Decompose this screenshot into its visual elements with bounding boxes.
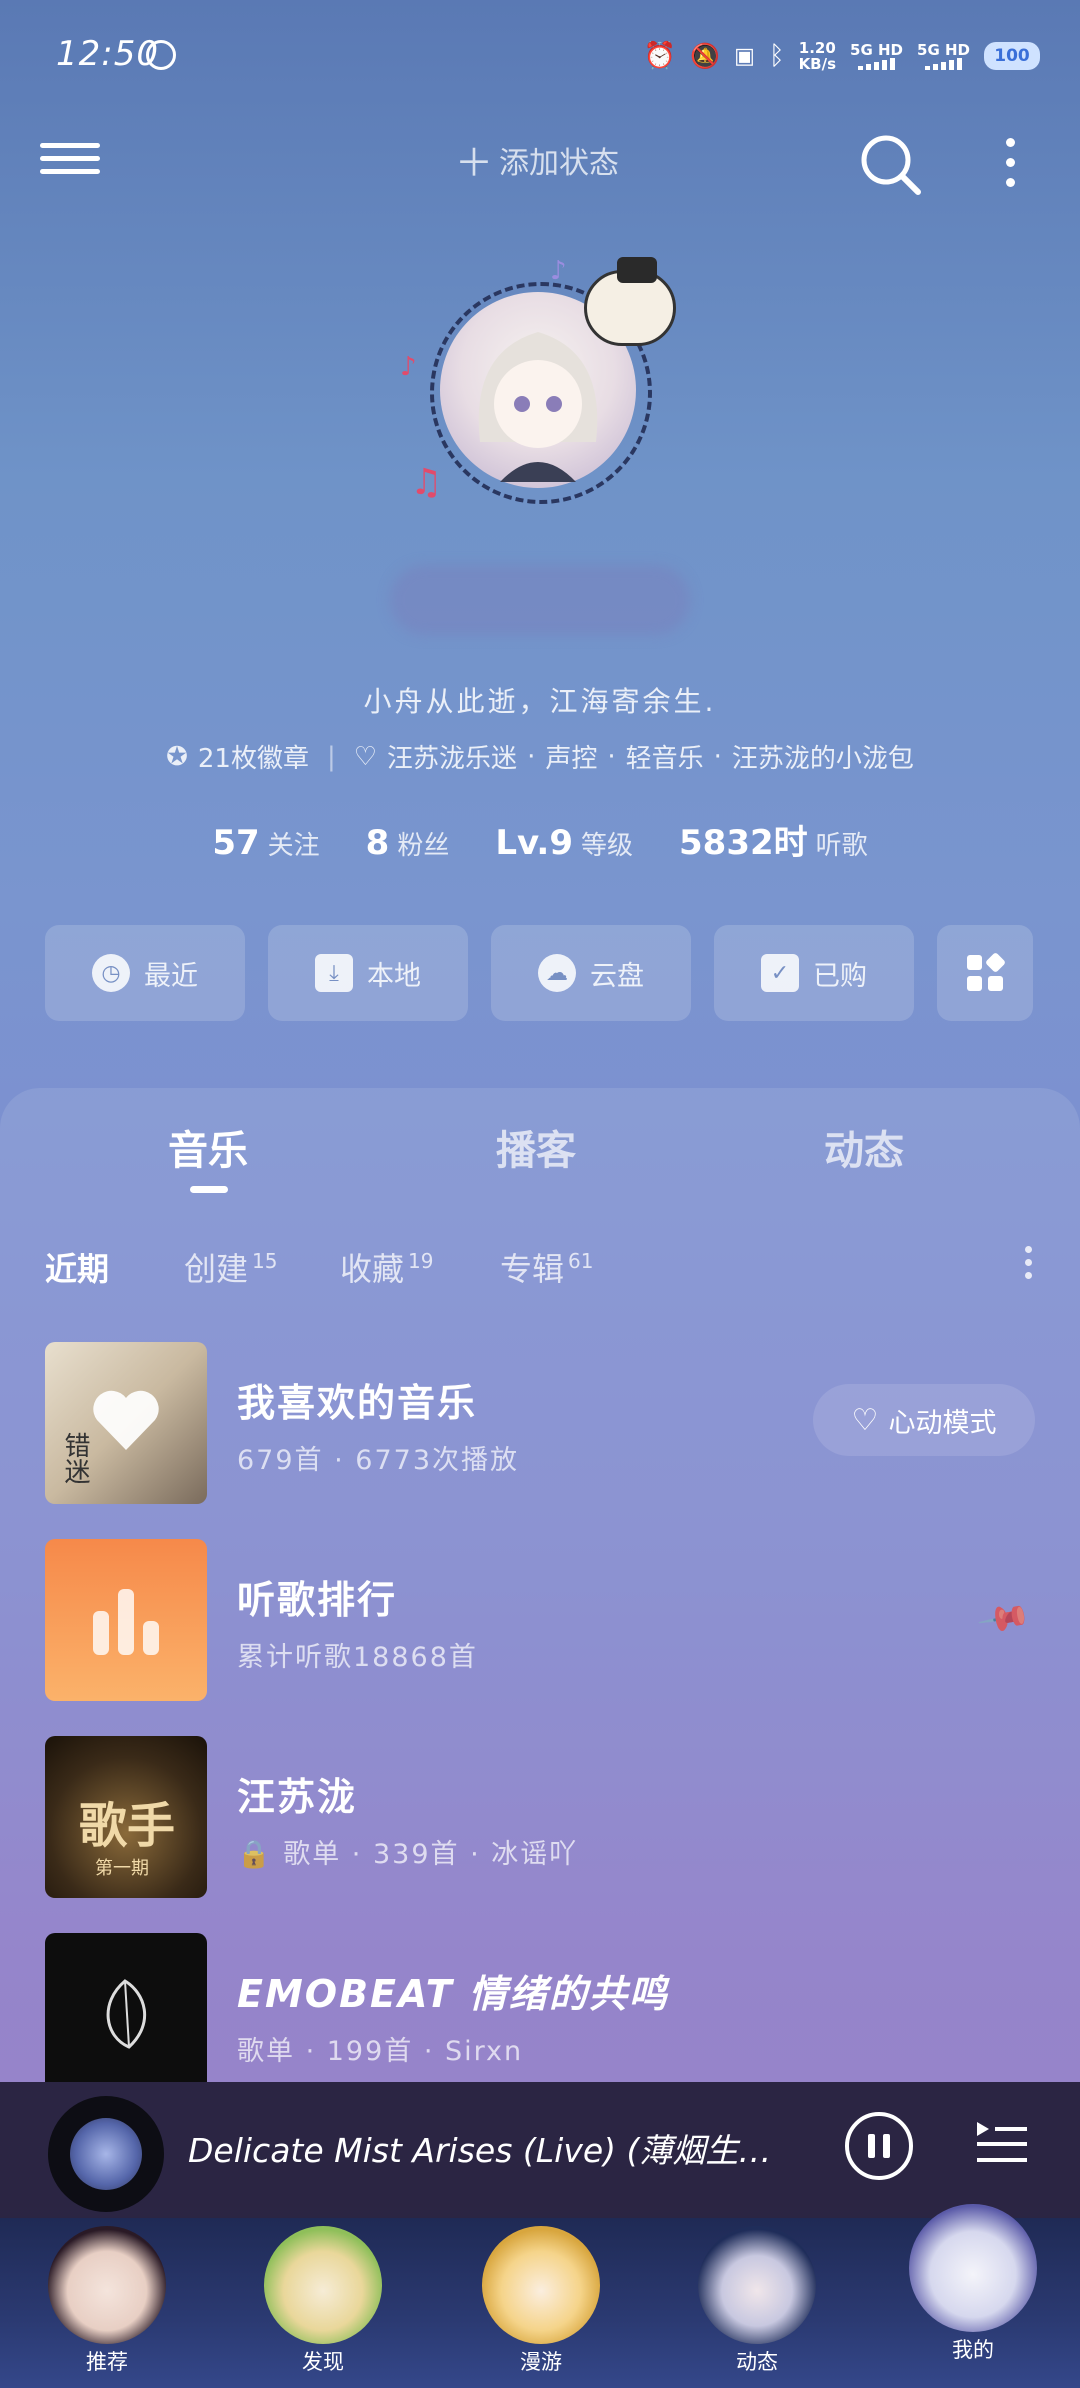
- list-item[interactable]: 听歌排行 累计听歌18868首 📌: [45, 1539, 1035, 1701]
- heart-mode-button[interactable]: ♡ 心动模式: [813, 1384, 1035, 1456]
- cloud-upload-icon: ☁: [538, 954, 576, 992]
- local-button[interactable]: ⤓ 本地: [268, 925, 468, 1021]
- timer-icon: [146, 40, 176, 70]
- grid-icon: [967, 953, 1005, 991]
- ranking-cover: [45, 1539, 207, 1701]
- playlist-queue-button[interactable]: [975, 2120, 1029, 2170]
- list-item-subtitle: 歌单 · 199首 · Sirxn: [237, 2036, 524, 2067]
- now-playing-title[interactable]: Delicate Mist Arises (Live) (薄烟生)…: [188, 2124, 778, 2172]
- status-icons: ⏰ 🔕 ▣ ᛒ 1.20 KB/s 5G HD 5G HD 100: [644, 36, 1040, 76]
- search-icon: [861, 135, 921, 195]
- tab-indicator: [190, 1186, 228, 1193]
- tag-heart-icon: ♡: [353, 741, 378, 772]
- discover-avatar-icon: [264, 2226, 382, 2344]
- tab-music[interactable]: 音乐: [168, 1118, 248, 1176]
- list-item-subtitle: 累计听歌18868首: [237, 1642, 478, 1673]
- bluetooth-icon: ᛒ: [768, 41, 785, 71]
- tag-item: 声控: [545, 744, 598, 774]
- nav-discover[interactable]: 发现: [248, 2226, 398, 2386]
- queue-icon: [977, 2122, 1027, 2162]
- more-options-button[interactable]: [1000, 132, 1020, 198]
- pin-icon[interactable]: 📌: [975, 1590, 1033, 1647]
- list-item[interactable]: EMOBEAT 情绪的共鸣 歌单 · 199首 · Sirxn: [45, 1933, 1035, 2095]
- nav-mine[interactable]: 我的: [898, 2204, 1048, 2364]
- list-item-title: 听歌排行: [237, 1578, 398, 1622]
- profile-stats: 57 关注 8 粉丝 Lv.9 等级 5832时 听歌: [0, 815, 1080, 864]
- list-item-title: EMOBEAT 情绪的共鸣: [237, 1972, 669, 2016]
- avatar[interactable]: ♫ ♪ ♪: [400, 256, 676, 522]
- signal-bars-icon: [925, 58, 962, 70]
- bottom-nav: 推荐 发现 漫游 动态 我的: [0, 2204, 1080, 2388]
- badges-count[interactable]: 21枚徽章: [198, 738, 309, 775]
- nav-roam[interactable]: 漫游: [466, 2226, 616, 2386]
- recent-button[interactable]: ◷ 最近: [45, 925, 245, 1021]
- tag-item: 轻音乐: [625, 744, 704, 774]
- status-time: 12:50: [56, 34, 159, 74]
- stat-listen-time[interactable]: 5832时 听歌: [679, 815, 868, 864]
- subtab-more-button[interactable]: [1022, 1246, 1034, 1285]
- cloud-button[interactable]: ☁ 云盘: [491, 925, 691, 1021]
- bar-chart-icon: [93, 1589, 159, 1655]
- mini-player[interactable]: Delicate Mist Arises (Live) (薄烟生)…: [0, 2082, 1080, 2218]
- nav-recommend[interactable]: 推荐: [32, 2226, 182, 2386]
- battery-indicator: 100: [984, 42, 1040, 70]
- purchased-button[interactable]: ✓ 已购: [714, 925, 914, 1021]
- stat-following[interactable]: 57 关注: [212, 823, 319, 863]
- subtab-collected[interactable]: 收藏 19: [340, 1244, 433, 1290]
- download-icon: ⤓: [315, 954, 353, 992]
- list-item-title: 汪苏泷: [237, 1775, 358, 1819]
- add-status-button[interactable]: ＋ 添加状态: [455, 132, 619, 187]
- signal-2: 5G HD: [917, 42, 970, 70]
- music-note-icon: ♪: [550, 256, 567, 286]
- subtab-albums[interactable]: 专辑 61: [500, 1244, 593, 1290]
- shopping-bag-icon: ✓: [761, 954, 799, 992]
- cat-decoration: [584, 257, 676, 346]
- stat-followers[interactable]: 8 粉丝: [366, 823, 450, 863]
- alarm-icon: ⏰: [643, 41, 677, 71]
- heart-pulse-icon: ♡: [851, 1402, 879, 1438]
- list-item-title: 我喜欢的音乐: [237, 1381, 478, 1425]
- more-apps-button[interactable]: [937, 925, 1033, 1021]
- status-bar: 12:50 ⏰ 🔕 ▣ ᛒ 1.20 KB/s 5G HD 5G HD 100: [0, 0, 1080, 120]
- nav-moments[interactable]: 动态: [682, 2226, 832, 2386]
- playlist-cover: [45, 1933, 207, 2095]
- plus-icon: ＋: [455, 141, 494, 185]
- profile-tags: ✪ 21枚徽章 | ♡ 汪苏泷乐迷 · 声控 · 轻音乐 · 汪苏泷的小泷包: [0, 738, 1080, 775]
- pause-button[interactable]: [845, 2112, 913, 2180]
- subtab-created[interactable]: 创建 15: [184, 1244, 277, 1290]
- signal-bars-icon: [858, 58, 896, 70]
- now-playing-disc[interactable]: [48, 2096, 164, 2212]
- menu-button[interactable]: [40, 135, 100, 187]
- signal-1: 5G HD: [850, 42, 903, 70]
- clock-icon: ◷: [92, 954, 130, 992]
- tag-item: 汪苏泷的小泷包: [731, 744, 914, 774]
- playlist-cover: 错迷: [45, 1342, 207, 1504]
- profile-signature: 小舟从此逝，江海寄余生.: [363, 685, 717, 718]
- blurred-username: [390, 565, 690, 635]
- roam-avatar-icon: [482, 2226, 600, 2344]
- net-speed: 1.20 KB/s: [798, 39, 837, 73]
- list-item-subtitle: 679首 · 6773次播放: [237, 1445, 519, 1476]
- mine-avatar-icon: [909, 2204, 1037, 2332]
- lock-icon: 🔒: [237, 1839, 273, 1870]
- subtab-recent[interactable]: 近期: [45, 1244, 109, 1290]
- music-note-icon: ♫: [410, 462, 443, 503]
- badge-icon: ✪: [166, 741, 188, 772]
- list-item[interactable]: 歌手 第一期 汪苏泷 🔒 歌单 · 339首 · 冰谣吖: [45, 1736, 1035, 1898]
- tab-podcast[interactable]: 播客: [496, 1118, 576, 1176]
- moments-avatar-icon: [698, 2226, 816, 2344]
- recommend-avatar-icon: [48, 2226, 166, 2344]
- search-button[interactable]: [858, 132, 924, 198]
- mute-icon: 🔕: [690, 42, 721, 70]
- list-item[interactable]: 错迷 我喜欢的音乐 679首 · 6773次播放 ♡ 心动模式: [45, 1342, 1035, 1504]
- playlist-cover: 歌手 第一期: [45, 1736, 207, 1898]
- nfc-icon: ▣: [734, 43, 755, 69]
- music-note-icon: ♪: [400, 352, 417, 382]
- heart-icon: [93, 1390, 159, 1450]
- list-item-subtitle: 🔒 歌单 · 339首 · 冰谣吖: [237, 1839, 579, 1870]
- leaf-logo-icon: [106, 1979, 147, 2049]
- tab-moments[interactable]: 动态: [824, 1118, 904, 1176]
- tag-item: 汪苏泷乐迷: [387, 744, 518, 774]
- stat-level[interactable]: Lv.9 等级: [495, 823, 633, 863]
